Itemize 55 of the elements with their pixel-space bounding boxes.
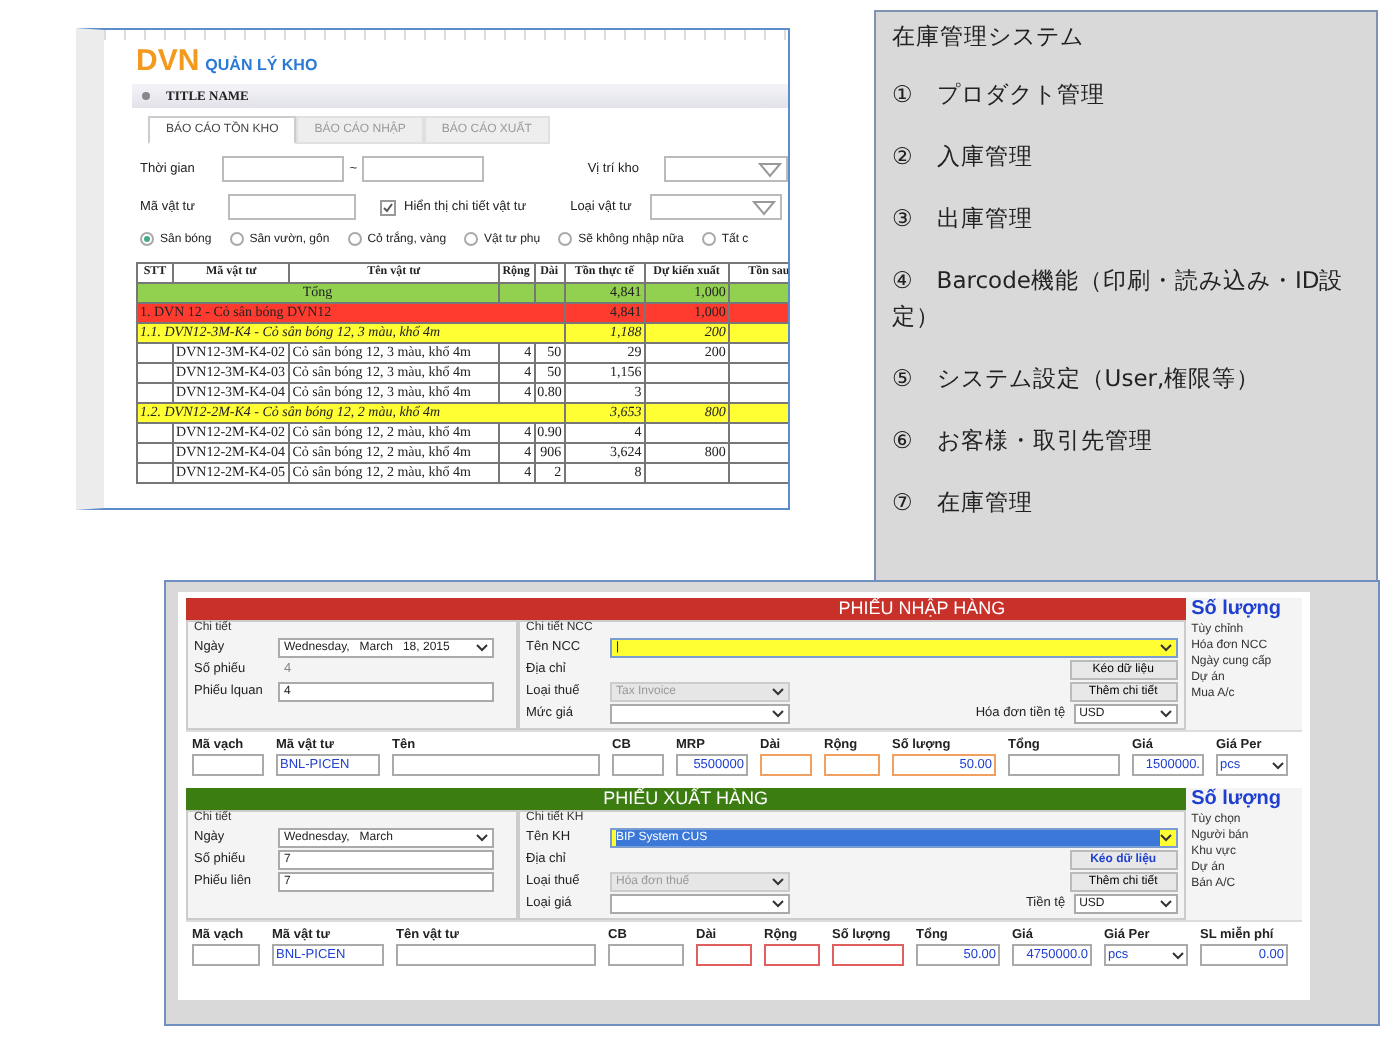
radio-button[interactable]: [701, 232, 716, 246]
radio-button[interactable]: [229, 232, 244, 246]
caret-icon: [772, 899, 784, 907]
caret-icon: [1159, 709, 1172, 717]
text-field[interactable]: [1008, 754, 1120, 776]
brand-logo-text: DVN: [136, 44, 200, 78]
checkbox[interactable]: [380, 199, 396, 215]
dropdown[interactable]: [610, 893, 790, 913]
caret-icon: [1159, 643, 1172, 651]
text-field[interactable]: [608, 944, 684, 966]
quantity-heading: Số lượng: [1191, 788, 1283, 812]
app-subtitle: QUẢN LÝ KHO: [205, 56, 318, 74]
note-item: ⑥ お客様・取引先管理: [892, 424, 1155, 458]
text-field[interactable]: [764, 944, 820, 966]
location-dropdown[interactable]: [663, 156, 788, 182]
text-field[interactable]: [192, 944, 260, 966]
radio-button[interactable]: [464, 232, 479, 246]
note-item: ⑦ 在庫管理: [892, 486, 1035, 520]
text-field[interactable]: [824, 754, 880, 776]
text-field[interactable]: [392, 754, 600, 776]
caret-icon: [1159, 833, 1172, 841]
text-field[interactable]: [192, 754, 264, 776]
bullet-icon: [142, 92, 150, 100]
text-field[interactable]: [396, 944, 596, 966]
caret-icon: [1272, 761, 1284, 769]
text-field[interactable]: [696, 944, 752, 966]
text-field[interactable]: [760, 754, 812, 776]
note-item: ④ Barcode機能（印刷・読み込み・ID設定）: [892, 264, 1346, 334]
form-title-bar: PHIẾU NHẬP HÀNG: [186, 598, 1186, 620]
triangle-down-icon: [757, 161, 782, 177]
triangle-down-icon: [752, 199, 777, 215]
note-item: ⑤ システム設定（User,権限等）: [892, 362, 1263, 396]
radio-button[interactable]: [140, 232, 154, 246]
item-code-field[interactable]: [228, 194, 356, 220]
radio-button[interactable]: [347, 232, 362, 246]
text-field[interactable]: [832, 944, 904, 966]
note-item: ② 入庫管理: [892, 140, 1035, 174]
caret-icon: [476, 643, 488, 651]
note-item: ③ 出庫管理: [892, 202, 1035, 236]
dropdown[interactable]: [610, 703, 790, 723]
form-title-bar: PHIẾU XUẤT HÀNG: [186, 788, 1186, 810]
quantity-heading: Số lượng: [1191, 598, 1283, 622]
date-from-field[interactable]: [222, 156, 344, 182]
caret-icon: [772, 709, 784, 717]
date-to-field[interactable]: [362, 156, 484, 182]
text-field[interactable]: [612, 754, 664, 776]
note-title: 在庫管理システム: [892, 22, 1086, 52]
caret-icon: [772, 877, 784, 885]
caret-icon: [1159, 899, 1172, 907]
note-item: ① プロダクト管理: [892, 78, 1107, 112]
radio-button[interactable]: [558, 232, 573, 246]
caret-icon: [1172, 951, 1184, 959]
type-dropdown[interactable]: [650, 194, 783, 220]
caret-icon: [476, 833, 488, 841]
caret-icon: [772, 687, 784, 695]
